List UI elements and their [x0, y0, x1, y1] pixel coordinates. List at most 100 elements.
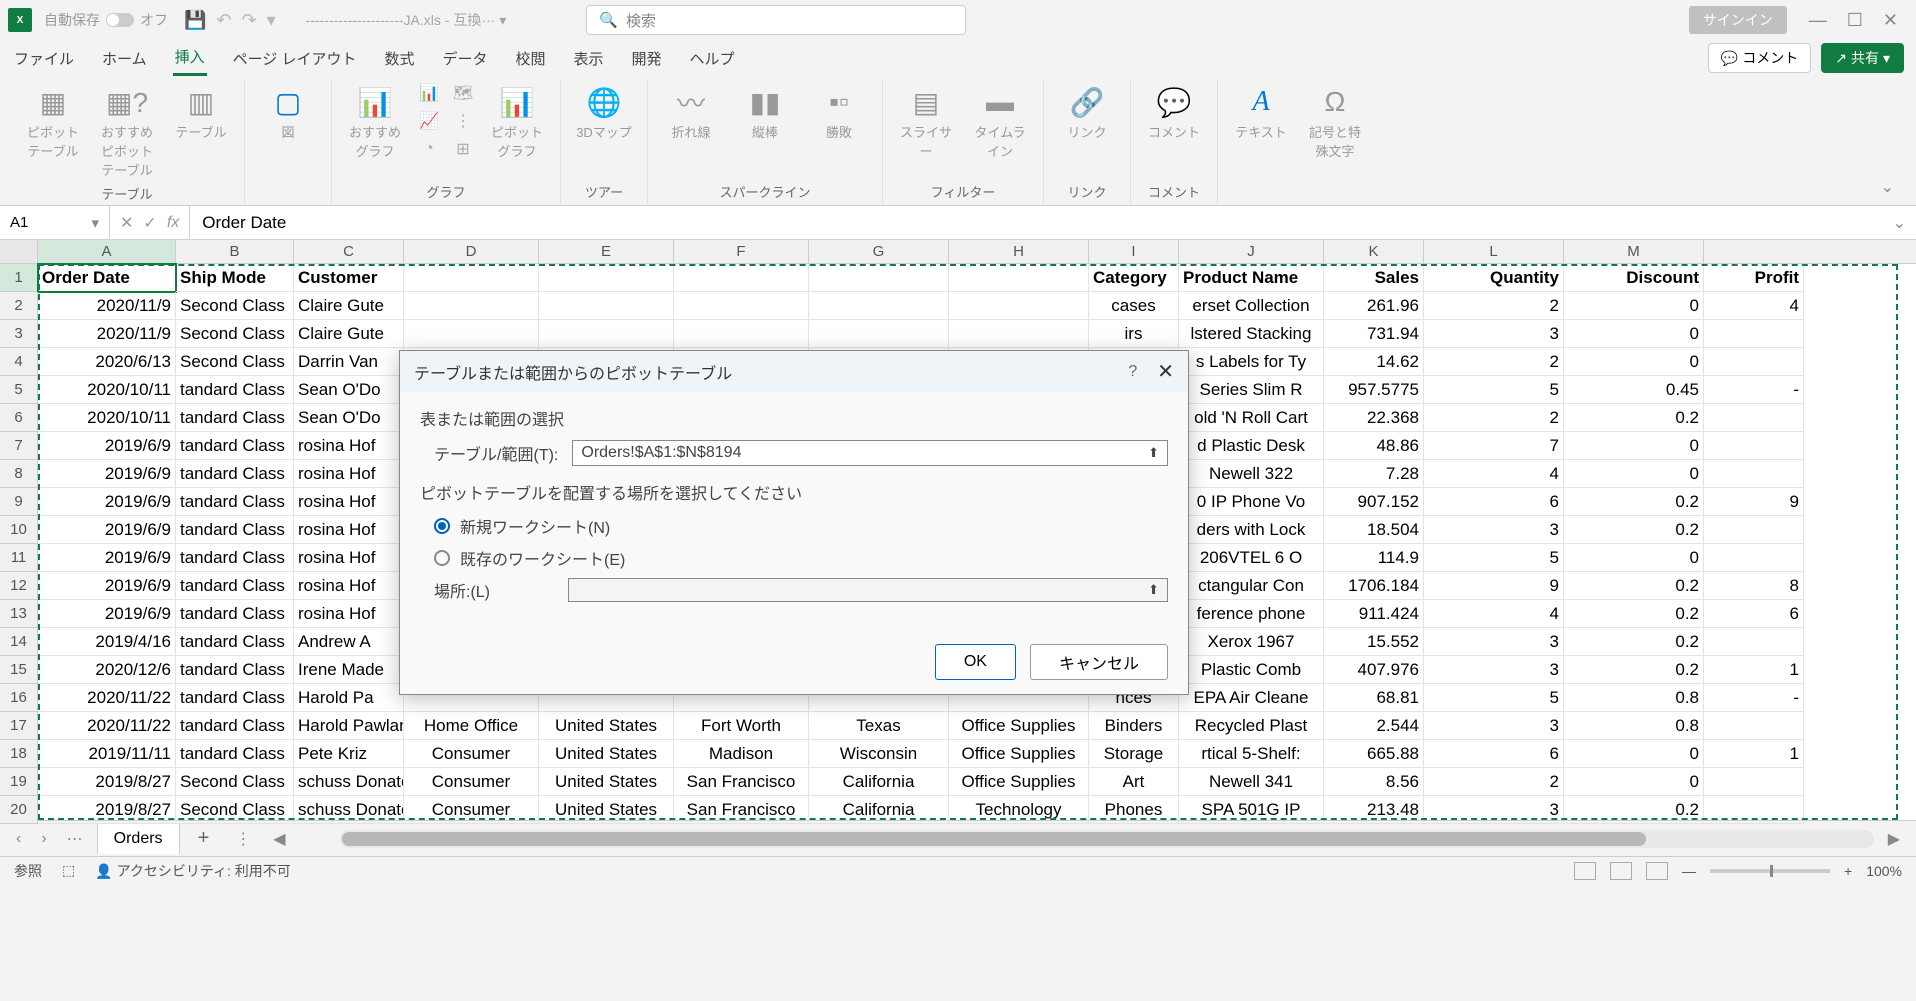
cell[interactable]: old 'N Roll Cart: [1179, 404, 1324, 432]
cell[interactable]: 0.2: [1564, 488, 1704, 516]
cell[interactable]: Quantity: [1424, 264, 1564, 292]
row-header[interactable]: 7: [0, 432, 38, 460]
cell[interactable]: 731.94: [1324, 320, 1424, 348]
cell[interactable]: Consumer: [404, 740, 539, 768]
row-header[interactable]: 12: [0, 572, 38, 600]
cell[interactable]: Profit: [1704, 264, 1804, 292]
cell[interactable]: 2: [1424, 348, 1564, 376]
row-header[interactable]: 19: [0, 768, 38, 796]
cell[interactable]: 0.2: [1564, 656, 1704, 684]
cell[interactable]: 9: [1424, 572, 1564, 600]
cell[interactable]: 0.2: [1564, 796, 1704, 824]
cell[interactable]: Second Class: [176, 292, 294, 320]
comment-insert-button[interactable]: 💬コメント: [1139, 80, 1209, 145]
cell[interactable]: 2.544: [1324, 712, 1424, 740]
cell[interactable]: Office Supplies: [949, 740, 1089, 768]
cell[interactable]: Sean O'Do: [294, 404, 404, 432]
cell[interactable]: Newell 341: [1179, 768, 1324, 796]
more-sheets-icon[interactable]: ⋯: [61, 829, 89, 849]
undo-icon[interactable]: ↶: [216, 10, 231, 31]
zoom-in-icon[interactable]: +: [1844, 863, 1852, 879]
cell[interactable]: 8.56: [1324, 768, 1424, 796]
cell[interactable]: tandard Class: [176, 404, 294, 432]
chart-map-icon[interactable]: 🗺: [448, 80, 478, 106]
minimize-icon[interactable]: —: [1809, 10, 1827, 31]
cell[interactable]: 0: [1564, 544, 1704, 572]
cell[interactable]: Consumer: [404, 796, 539, 824]
link-button[interactable]: 🔗リンク: [1052, 80, 1122, 145]
cell[interactable]: 7.28: [1324, 460, 1424, 488]
column-header[interactable]: D: [404, 240, 539, 263]
add-sheet-icon[interactable]: +: [188, 827, 220, 850]
cell[interactable]: Second Class: [176, 320, 294, 348]
sheet-tab-orders[interactable]: Orders: [97, 823, 180, 854]
cell[interactable]: 2019/11/11: [38, 740, 176, 768]
cell[interactable]: Madison: [674, 740, 809, 768]
chart-pie-icon[interactable]: ◔: [414, 136, 444, 162]
cell[interactable]: 6: [1704, 600, 1804, 628]
cell[interactable]: 0.45: [1564, 376, 1704, 404]
cell[interactable]: [809, 264, 949, 292]
cell[interactable]: 2020/12/6: [38, 656, 176, 684]
tab-review[interactable]: 校閲: [514, 42, 548, 75]
cell[interactable]: [949, 264, 1089, 292]
cell[interactable]: Ship Mode: [176, 264, 294, 292]
cell[interactable]: [404, 264, 539, 292]
close-icon[interactable]: ✕: [1883, 10, 1898, 31]
cell[interactable]: [809, 292, 949, 320]
cell[interactable]: 114.9: [1324, 544, 1424, 572]
cell[interactable]: rosina Hof: [294, 460, 404, 488]
horizontal-scrollbar[interactable]: [340, 830, 1874, 848]
cell[interactable]: -: [1704, 684, 1804, 712]
cell[interactable]: tandard Class: [176, 376, 294, 404]
cell[interactable]: Texas: [809, 712, 949, 740]
cell[interactable]: Claire Gute: [294, 320, 404, 348]
save-icon[interactable]: 💾: [184, 10, 206, 31]
cell[interactable]: 3: [1424, 712, 1564, 740]
zoom-slider[interactable]: [1710, 869, 1830, 873]
cell[interactable]: [1704, 404, 1804, 432]
column-header[interactable]: I: [1089, 240, 1179, 263]
toggle-icon[interactable]: [106, 13, 134, 27]
cell[interactable]: ctangular Con: [1179, 572, 1324, 600]
cancel-button[interactable]: キャンセル: [1030, 644, 1168, 680]
cell[interactable]: 2019/6/9: [38, 544, 176, 572]
fx-icon[interactable]: fx: [167, 214, 179, 232]
cell[interactable]: [404, 292, 539, 320]
zoom-level[interactable]: 100%: [1866, 863, 1902, 879]
cell[interactable]: rosina Hof: [294, 544, 404, 572]
cell[interactable]: Product Name: [1179, 264, 1324, 292]
radio-icon[interactable]: [434, 550, 450, 566]
row-header[interactable]: 3: [0, 320, 38, 348]
cell[interactable]: 5: [1424, 684, 1564, 712]
cell[interactable]: Sales: [1324, 264, 1424, 292]
cell[interactable]: rosina Hof: [294, 488, 404, 516]
cell[interactable]: 8: [1704, 572, 1804, 600]
cell[interactable]: 2019/8/27: [38, 796, 176, 824]
cell[interactable]: 206VTEL 6 O: [1179, 544, 1324, 572]
recommended-chart-button[interactable]: 📊おすすめグラフ: [340, 80, 410, 164]
cell[interactable]: schuss Donate: [294, 796, 404, 824]
cell[interactable]: 18.504: [1324, 516, 1424, 544]
cell[interactable]: 22.368: [1324, 404, 1424, 432]
cell[interactable]: 2: [1424, 404, 1564, 432]
tab-formulas[interactable]: 数式: [382, 42, 416, 75]
range-picker-icon[interactable]: ⬆: [1148, 582, 1159, 598]
cell[interactable]: tandard Class: [176, 516, 294, 544]
cell[interactable]: Fort Worth: [674, 712, 809, 740]
column-header[interactable]: G: [809, 240, 949, 263]
column-header[interactable]: K: [1324, 240, 1424, 263]
table-button[interactable]: ▥テーブル: [166, 80, 236, 145]
cell[interactable]: Pete Kriz: [294, 740, 404, 768]
column-header[interactable]: A: [38, 240, 176, 263]
row-header[interactable]: 15: [0, 656, 38, 684]
row-header[interactable]: 10: [0, 516, 38, 544]
dialog-title-bar[interactable]: テーブルまたは範囲からのピボットテーブル ? ✕: [400, 351, 1188, 392]
cell[interactable]: 0 IP Phone Vo: [1179, 488, 1324, 516]
cell[interactable]: lstered Stacking: [1179, 320, 1324, 348]
chart-column-icon[interactable]: 📊: [414, 80, 444, 106]
redo-icon[interactable]: ↷: [242, 10, 257, 31]
name-box[interactable]: A1▾: [0, 206, 110, 239]
range-picker-icon[interactable]: ⬆: [1148, 445, 1159, 461]
prev-sheet-icon[interactable]: ‹: [10, 830, 27, 848]
